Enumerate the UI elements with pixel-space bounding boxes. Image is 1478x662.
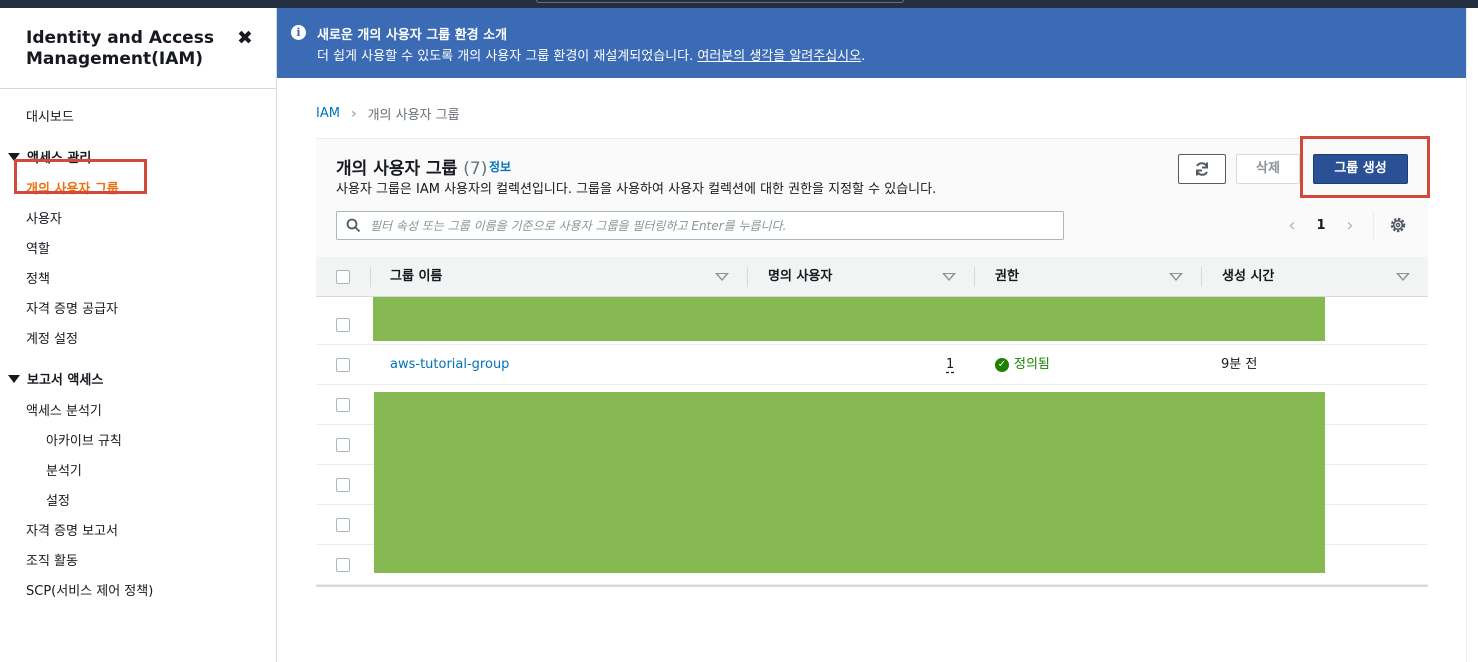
row-checkbox[interactable]	[336, 358, 350, 372]
sidebar-item-organization-activity[interactable]: 조직 활동	[26, 550, 78, 569]
info-link[interactable]: 정보	[489, 158, 511, 175]
close-icon[interactable]: ✖	[237, 27, 253, 49]
chevron-left-icon[interactable]: ‹	[1282, 215, 1302, 236]
sidebar-item-scp[interactable]: SCP(서비스 제어 정책)	[26, 580, 153, 599]
sidebar-title: Identity and Access Management(IAM)	[26, 28, 214, 69]
filter-box	[336, 211, 1064, 240]
highlight-box-create-group	[1300, 136, 1430, 198]
sidebar-item-archive-rules[interactable]: 아카이브 규칙	[46, 430, 122, 449]
filter-input[interactable]	[370, 216, 1050, 236]
sidebar-item-users[interactable]: 사용자	[26, 208, 62, 227]
gear-icon	[1390, 217, 1406, 233]
page-right-edge	[1466, 8, 1478, 662]
sidebar-item-analyzers[interactable]: 분석기	[46, 460, 82, 479]
column-divider	[747, 267, 748, 287]
column-header-creation-time[interactable]: 생성 시간	[1222, 257, 1274, 297]
page-number[interactable]: 1	[1302, 218, 1340, 233]
redaction-block	[374, 392, 1325, 573]
sidebar-item-access-analyzer[interactable]: 액세스 분석기	[26, 400, 102, 419]
table-settings-button[interactable]	[1389, 216, 1407, 238]
column-header-permissions[interactable]: 권한	[995, 257, 1019, 297]
chevron-right-icon: ›	[350, 105, 357, 122]
breadcrumb-current: 개의 사용자 그룹	[367, 108, 460, 123]
breadcrumb: IAM › 개의 사용자 그룹	[316, 104, 460, 124]
sidebar-item-identity-providers[interactable]: 자격 증명 공급자	[26, 298, 118, 317]
flash-period: .	[861, 49, 866, 64]
page-title: 개의 사용자 그룹 (7)	[336, 154, 487, 179]
sidebar-item-credential-report[interactable]: 자격 증명 보고서	[26, 520, 118, 539]
sidebar-item-analyzer-settings[interactable]: 설정	[46, 490, 70, 509]
sidebar-section-access-reports[interactable]: 보고서 액세스	[8, 369, 103, 388]
table-header-area: 개의 사용자 그룹 (7) 정보 사용자 그룹은 IAM 사용자의 컬렉션입니다…	[316, 139, 1428, 257]
page-title-text: 개의 사용자 그룹	[336, 159, 458, 179]
chevron-right-icon[interactable]: ›	[1340, 215, 1360, 236]
sort-icon[interactable]	[1169, 273, 1183, 281]
flash-body-text: 더 쉽게 사용할 수 있도록 개의 사용자 그룹 환경이 재설계되었습니다.	[317, 49, 694, 64]
permissions-status-label: 정의됨	[1014, 357, 1050, 372]
sidebar-item-account-settings[interactable]: 계정 설정	[26, 328, 78, 347]
row-checkbox[interactable]	[336, 478, 350, 492]
iam-sidebar: Identity and Access Management(IAM) ✖ 대시…	[0, 8, 277, 662]
permissions-status: ✓ 정의됨	[995, 345, 1050, 385]
highlight-box-user-groups	[14, 159, 147, 194]
sidebar-divider	[0, 88, 276, 89]
pagination: ‹ 1 ›	[1282, 215, 1360, 236]
page-description: 사용자 그룹은 IAM 사용자의 컬렉션입니다. 그룹을 사용하여 사용자 컬렉…	[336, 182, 937, 197]
feedback-link[interactable]: 여러분의 생각을 알려주십시오	[697, 49, 861, 64]
select-all-checkbox[interactable]	[336, 270, 350, 284]
column-divider	[974, 267, 975, 287]
info-flash-banner: i 새로운 개의 사용자 그룹 환경 소개 더 쉽게 사용할 수 있도록 개의 …	[277, 8, 1467, 78]
sort-icon[interactable]	[942, 273, 956, 281]
column-header-users[interactable]: 명의 사용자	[768, 257, 832, 297]
sort-icon[interactable]	[715, 273, 729, 281]
pager-divider	[1373, 211, 1374, 241]
column-header-group-name[interactable]: 그룹 이름	[390, 257, 442, 297]
row-checkbox[interactable]	[336, 438, 350, 452]
table-row: aws-tutorial-group 1 ✓ 정의됨 9분 전	[316, 345, 1428, 385]
console-top-bar	[0, 0, 1478, 8]
creation-time: 9분 전	[1221, 357, 1258, 372]
sidebar-item-policies[interactable]: 정책	[26, 268, 50, 287]
flash-body: 더 쉽게 사용할 수 있도록 개의 사용자 그룹 환경이 재설계되었습니다. 여…	[317, 45, 865, 64]
console-search-bar[interactable]	[536, 0, 904, 3]
table-header-row: 그룹 이름 명의 사용자 권한 생성 시간	[316, 257, 1428, 297]
info-icon: i	[291, 25, 306, 40]
refresh-icon	[1196, 162, 1208, 176]
delete-button[interactable]: 삭제	[1236, 154, 1300, 184]
user-count[interactable]: 1	[946, 345, 954, 385]
sidebar-section-label: 보고서 액세스	[27, 373, 104, 388]
row-checkbox[interactable]	[336, 518, 350, 532]
row-checkbox[interactable]	[336, 558, 350, 572]
redaction-block	[373, 297, 1325, 341]
sidebar-item-dashboard[interactable]: 대시보드	[26, 106, 74, 125]
refresh-button[interactable]	[1178, 154, 1226, 184]
sort-icon[interactable]	[1396, 273, 1410, 281]
column-divider	[370, 267, 371, 287]
breadcrumb-iam[interactable]: IAM	[316, 106, 340, 121]
search-icon	[346, 218, 361, 233]
group-count: (7)	[463, 159, 488, 179]
column-divider	[1201, 267, 1202, 287]
check-circle-icon: ✓	[995, 358, 1009, 372]
caret-down-icon	[8, 374, 20, 383]
group-name-link[interactable]: aws-tutorial-group	[390, 345, 509, 385]
row-checkbox[interactable]	[336, 398, 350, 412]
row-checkbox[interactable]	[336, 318, 350, 332]
flash-title: 새로운 개의 사용자 그룹 환경 소개	[317, 28, 508, 43]
sidebar-item-roles[interactable]: 역할	[26, 238, 50, 257]
table-bottom-border	[316, 585, 1428, 587]
